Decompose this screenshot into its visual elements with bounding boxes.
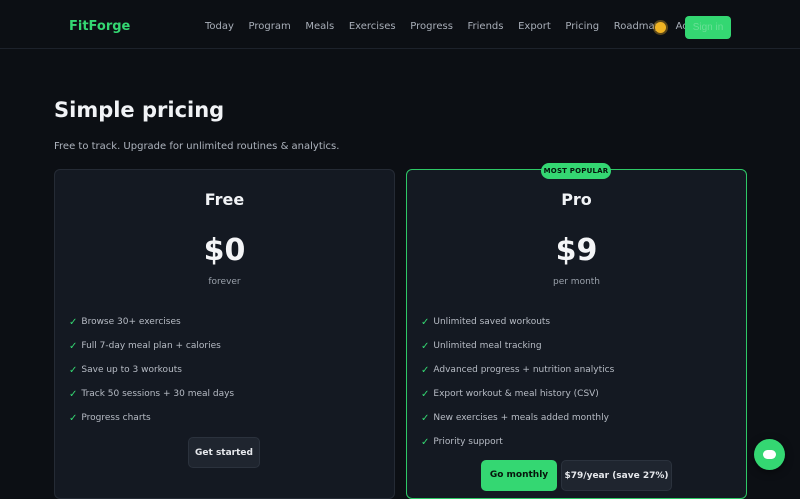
feature-item: ✓ Progress charts — [69, 412, 151, 424]
nav-link-meals[interactable]: Meals — [305, 21, 334, 32]
check-icon: ✓ — [69, 388, 78, 400]
go-monthly-button[interactable]: Go monthly — [481, 460, 557, 491]
most-popular-badge: MOST POPULAR — [541, 163, 611, 179]
plan-card-free: Free $0 forever ✓ Browse 30+ exercises ✓ F… — [54, 169, 395, 499]
nav-link-exercises[interactable]: Exercises — [349, 21, 396, 32]
check-icon: ✓ — [421, 388, 430, 400]
feature-item: ✓ Browse 30+ exercises — [69, 316, 181, 328]
feature-item: ✓ Export workout & meal history (CSV) — [421, 388, 599, 400]
check-icon: ✓ — [421, 316, 430, 328]
top-nav: FitForge Today Program Meals Exercises P… — [0, 0, 800, 49]
check-icon: ✓ — [69, 340, 78, 352]
chat-bubble-glyph — [763, 450, 776, 459]
feature-item: ✓ Save up to 3 workouts — [69, 364, 182, 376]
plan-name: Free — [204, 190, 245, 209]
page-subtitle: Free to track. Upgrade for unlimited rou… — [54, 141, 340, 152]
nav-link-program[interactable]: Program — [249, 21, 291, 32]
feature-item: ✓ Full 7-day meal plan + calories — [69, 340, 221, 352]
feature-item: ✓ Advanced progress + nutrition analytics — [421, 364, 615, 376]
feature-item: ✓ New exercises + meals added monthly — [421, 412, 609, 424]
check-icon: ✓ — [421, 412, 430, 424]
go-yearly-button[interactable]: $79/year (save 27%) — [561, 460, 672, 491]
feature-item: ✓ Unlimited saved workouts — [421, 316, 551, 328]
check-icon: ✓ — [69, 412, 78, 424]
nav-link-today[interactable]: Today — [205, 21, 234, 32]
feature-item: ✓ Unlimited meal tracking — [421, 340, 542, 352]
feature-item: ✓ Track 50 sessions + 30 meal days — [69, 388, 235, 400]
sign-in-button[interactable]: Sign in — [685, 16, 731, 39]
nav-link-pricing[interactable]: Pricing — [565, 21, 599, 32]
check-icon: ✓ — [421, 436, 430, 448]
plan-period: forever — [208, 277, 241, 287]
nav-link-export[interactable]: Export — [518, 21, 551, 32]
nav-link-roadmap[interactable]: Roadmap — [614, 21, 661, 32]
plan-price: $0 — [203, 233, 246, 268]
feature-list: ✓ Browse 30+ exercises ✓ Full 7-day meal p… — [69, 310, 234, 430]
check-icon: ✓ — [421, 340, 430, 352]
feature-item: ✓ Priority support — [421, 436, 503, 448]
chat-bubble-icon[interactable] — [754, 439, 785, 470]
plan-name: Pro — [561, 190, 592, 209]
sun-icon[interactable] — [655, 22, 666, 33]
plan-card-pro: Pro $9 per month ✓ Unlimited saved workou… — [406, 169, 747, 499]
check-icon: ✓ — [421, 364, 430, 376]
brand-logo[interactable]: FitForge — [69, 19, 130, 34]
nav-link-progress[interactable]: Progress — [410, 21, 453, 32]
page-title: Simple pricing — [54, 98, 225, 122]
check-icon: ✓ — [69, 316, 78, 328]
plan-price: $9 — [555, 233, 598, 268]
get-started-button[interactable]: Get started — [188, 437, 260, 468]
nav-links: Today Program Meals Exercises Progress F… — [205, 21, 731, 32]
plan-period: per month — [552, 277, 601, 287]
check-icon: ✓ — [69, 364, 78, 376]
nav-link-friends[interactable]: Friends — [468, 21, 504, 32]
feature-list: ✓ Unlimited saved workouts ✓ Unlimited mea… — [421, 310, 614, 454]
